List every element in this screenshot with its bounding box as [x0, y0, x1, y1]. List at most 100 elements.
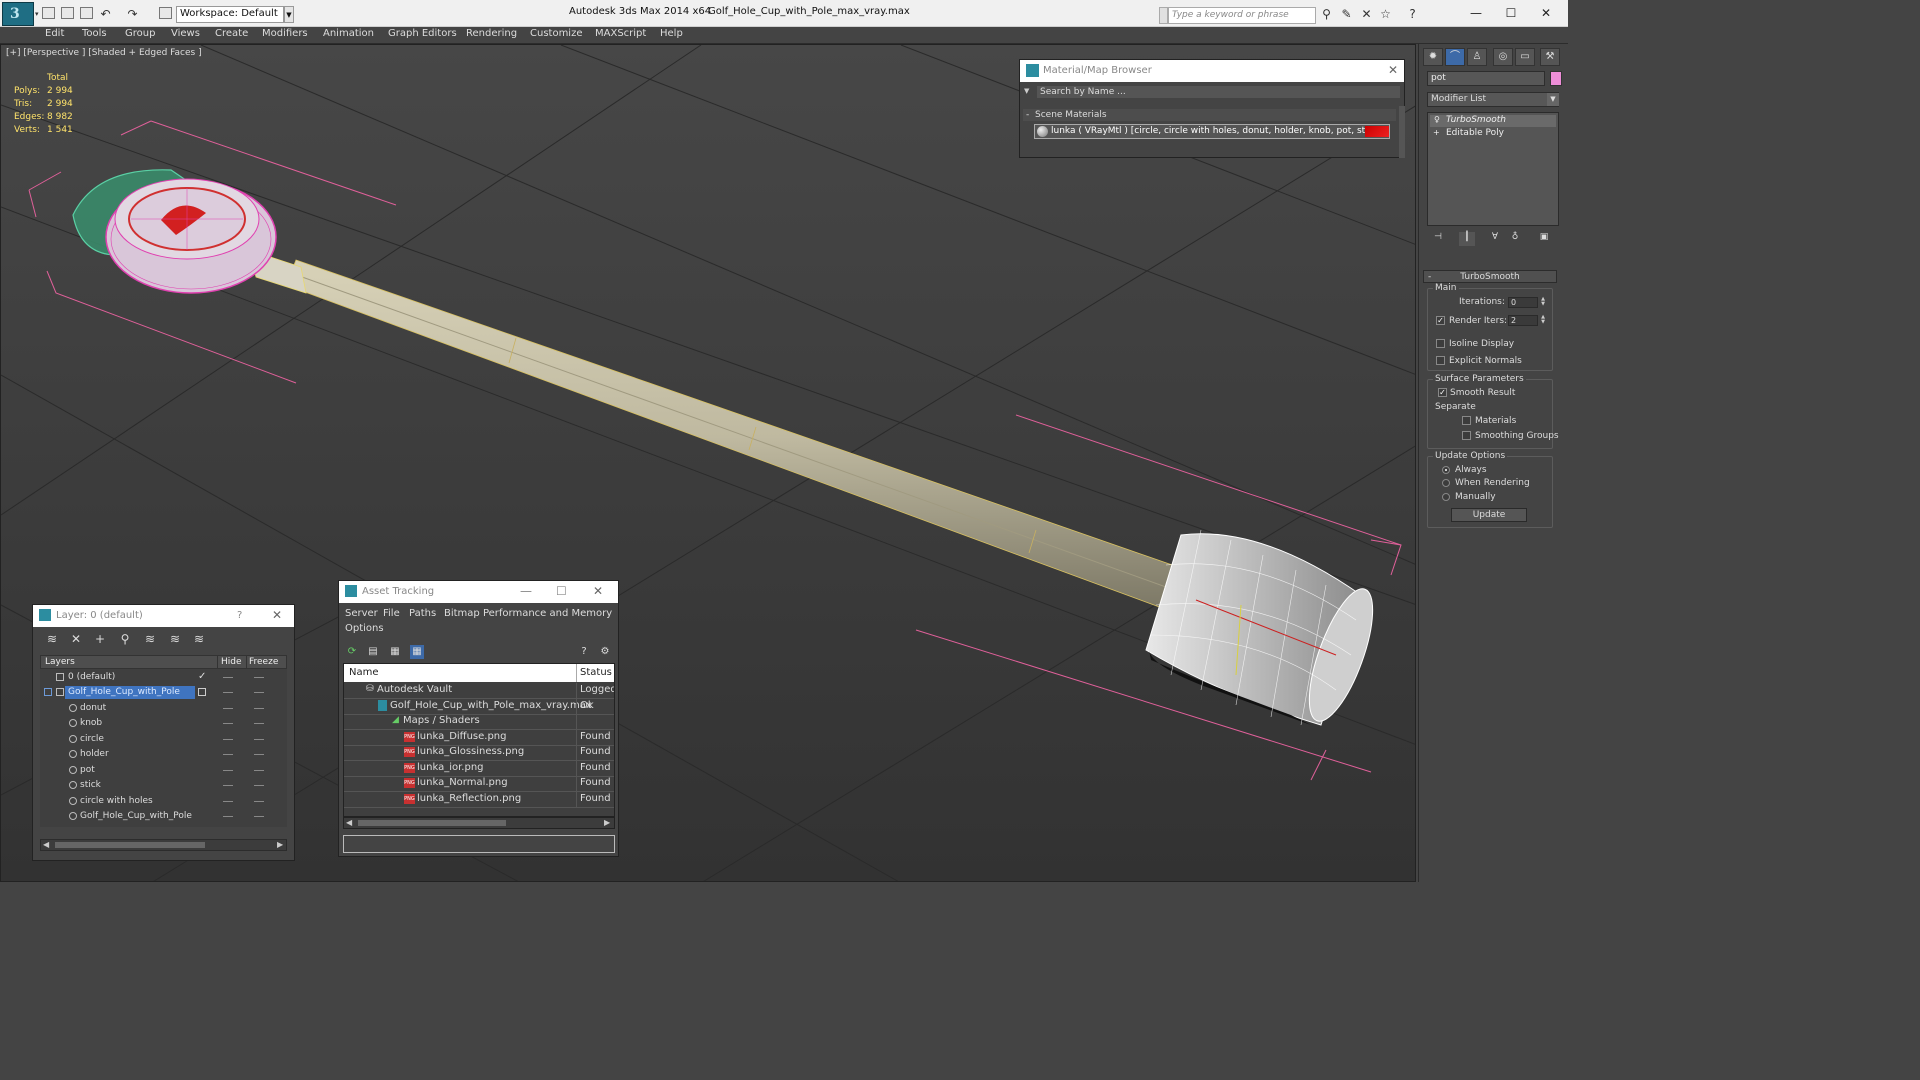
stack-item-turbosmooth[interactable]: ♀ TurboSmooth: [1430, 115, 1556, 127]
turbosmooth-rollout-header[interactable]: - TurboSmooth: [1423, 270, 1557, 283]
iterations-spinner[interactable]: 0: [1508, 297, 1538, 308]
search-input[interactable]: Type a keyword or phrase: [1168, 7, 1316, 24]
asset-close-icon[interactable]: ✕: [593, 584, 603, 598]
isoline-checkbox[interactable]: [1436, 339, 1445, 348]
menu-create[interactable]: Create: [215, 28, 248, 39]
col-status[interactable]: Status: [580, 667, 612, 678]
new-layer-icon[interactable]: ≋: [44, 632, 60, 646]
collapse-icon[interactable]: -: [1428, 271, 1431, 283]
layer-row[interactable]: Golf_Hole_Cup_with_Pole: [40, 809, 287, 824]
materials-checkbox[interactable]: [1462, 416, 1471, 425]
menu-views[interactable]: Views: [171, 28, 200, 39]
object-name-field[interactable]: pot: [1427, 71, 1545, 86]
utilities-tab-icon[interactable]: ⚒: [1540, 48, 1560, 66]
material-browser-scrollbar[interactable]: [1399, 106, 1405, 158]
communication-icon[interactable]: ✕: [1360, 8, 1373, 21]
workspace-dropdown-arrow-icon[interactable]: ▼: [284, 6, 294, 23]
asset-minimize-icon[interactable]: —: [520, 584, 532, 598]
modify-tab-icon[interactable]: ⌒: [1445, 48, 1465, 66]
modifier-list-arrow-icon[interactable]: ▼: [1547, 93, 1559, 106]
asset-horizontal-scrollbar[interactable]: ◀ ▶: [343, 817, 615, 829]
asset-menu-bitmap[interactable]: Bitmap Performance and Memory: [444, 608, 612, 619]
thumbnail-view-icon[interactable]: ▦: [388, 645, 402, 659]
stack-item-editable-poly[interactable]: + Editable Poly: [1430, 128, 1556, 140]
freeze-toggle[interactable]: [254, 770, 264, 771]
configure-sets-icon[interactable]: ▣: [1536, 232, 1552, 246]
render-iters-spinner[interactable]: 2: [1508, 315, 1538, 326]
render-iters-checkbox[interactable]: ✓: [1436, 316, 1445, 325]
asset-row[interactable]: PNG lunka_ior.png Found: [344, 761, 614, 777]
menu-tools[interactable]: Tools: [82, 28, 107, 39]
menu-help[interactable]: Help: [660, 28, 683, 39]
open-file-icon[interactable]: [61, 7, 74, 19]
workspace-dropdown[interactable]: Workspace: Default: [176, 6, 284, 23]
asset-menu-server[interactable]: Server: [345, 608, 378, 619]
update-button[interactable]: Update: [1451, 508, 1527, 522]
hide-toggle[interactable]: [223, 816, 233, 817]
create-tab-icon[interactable]: ✹: [1423, 48, 1443, 66]
maximize-icon[interactable]: ☐: [1499, 4, 1523, 22]
menu-group[interactable]: Group: [125, 28, 155, 39]
freeze-toggle[interactable]: [254, 708, 264, 709]
asset-menu-options[interactable]: Options: [345, 623, 384, 634]
asset-row[interactable]: PNG lunka_Normal.png Found: [344, 776, 614, 792]
hide-toggle[interactable]: [223, 677, 233, 678]
scroll-right-icon[interactable]: ▶: [277, 840, 283, 849]
freeze-toggle[interactable]: [254, 692, 264, 693]
freeze-toggle[interactable]: [254, 785, 264, 786]
layer-row[interactable]: circle with holes: [40, 794, 287, 809]
col-freeze[interactable]: Freeze: [249, 657, 278, 667]
layer-horizontal-scrollbar[interactable]: ◀ ▶: [40, 839, 287, 851]
layer-row[interactable]: 0 (default) ✓: [40, 670, 287, 685]
menu-graph-editors[interactable]: Graph Editors: [388, 28, 457, 39]
layer-panel-titlebar[interactable]: Layer: 0 (default) ? ✕: [33, 605, 294, 627]
hide-toggle[interactable]: [223, 754, 233, 755]
pin-stack-icon[interactable]: ⊣: [1430, 232, 1446, 246]
layer-row[interactable]: holder: [40, 747, 287, 762]
help-icon[interactable]: ?: [1406, 8, 1419, 21]
undo-icon[interactable]: ↶: [99, 8, 112, 21]
menu-customize[interactable]: Customize: [530, 28, 583, 39]
active-layer-check-icon[interactable]: ✓: [198, 671, 206, 682]
hide-toggle[interactable]: [223, 739, 233, 740]
freeze-toggle[interactable]: [254, 754, 264, 755]
table-view-icon[interactable]: ▦: [410, 645, 424, 659]
explicit-normals-checkbox[interactable]: [1436, 356, 1445, 365]
scroll-left-icon[interactable]: ◀: [43, 840, 49, 849]
layer-row[interactable]: donut: [40, 701, 287, 716]
close-icon[interactable]: ✕: [1534, 4, 1558, 22]
scroll-thumb[interactable]: [358, 820, 506, 826]
vault-settings-icon[interactable]: ⚙: [598, 645, 612, 659]
hierarchy-tab-icon[interactable]: ♙: [1467, 48, 1487, 66]
menu-edit[interactable]: Edit: [45, 28, 64, 39]
menu-maxscript[interactable]: MAXScript: [595, 28, 646, 39]
freeze-all-layers-icon[interactable]: ≋: [191, 632, 207, 646]
modifier-list-dropdown[interactable]: Modifier List: [1427, 92, 1559, 107]
asset-menu-paths[interactable]: Paths: [409, 608, 436, 619]
layer-row[interactable]: circle: [40, 732, 287, 747]
asset-tracking-titlebar[interactable]: Asset Tracking — ☐ ✕: [339, 581, 618, 603]
binoculars-icon[interactable]: ⚲: [1320, 8, 1333, 21]
vault-help-icon[interactable]: ?: [577, 645, 591, 659]
material-search-input[interactable]: Search by Name ...: [1037, 86, 1400, 98]
menu-modifiers[interactable]: Modifiers: [262, 28, 308, 39]
scroll-thumb[interactable]: [55, 842, 205, 848]
refresh-icon[interactable]: ⟳: [345, 645, 359, 659]
material-browser-close-icon[interactable]: ✕: [1388, 63, 1398, 77]
layer-row[interactable]: Golf_Hole_Cup_with_Pole: [40, 685, 287, 700]
search-options-icon[interactable]: ▼: [1024, 87, 1029, 95]
remove-modifier-icon[interactable]: ♁: [1507, 232, 1523, 246]
collapse-toggle-icon[interactable]: [44, 688, 52, 696]
layer-help-icon[interactable]: ?: [237, 610, 242, 621]
delete-layer-icon[interactable]: ✕: [68, 632, 84, 646]
asset-row[interactable]: PNG lunka_Glossiness.png Found: [344, 745, 614, 761]
motion-tab-icon[interactable]: ◎: [1493, 48, 1513, 66]
scroll-left-icon[interactable]: ◀: [346, 818, 352, 827]
favorites-star-icon[interactable]: ☆: [1379, 8, 1392, 21]
freeze-toggle[interactable]: [254, 677, 264, 678]
freeze-toggle[interactable]: [254, 801, 264, 802]
hide-toggle[interactable]: [223, 723, 233, 724]
col-layers[interactable]: Layers: [45, 657, 75, 667]
object-color-swatch[interactable]: [1550, 71, 1562, 86]
hide-toggle[interactable]: [223, 692, 233, 693]
